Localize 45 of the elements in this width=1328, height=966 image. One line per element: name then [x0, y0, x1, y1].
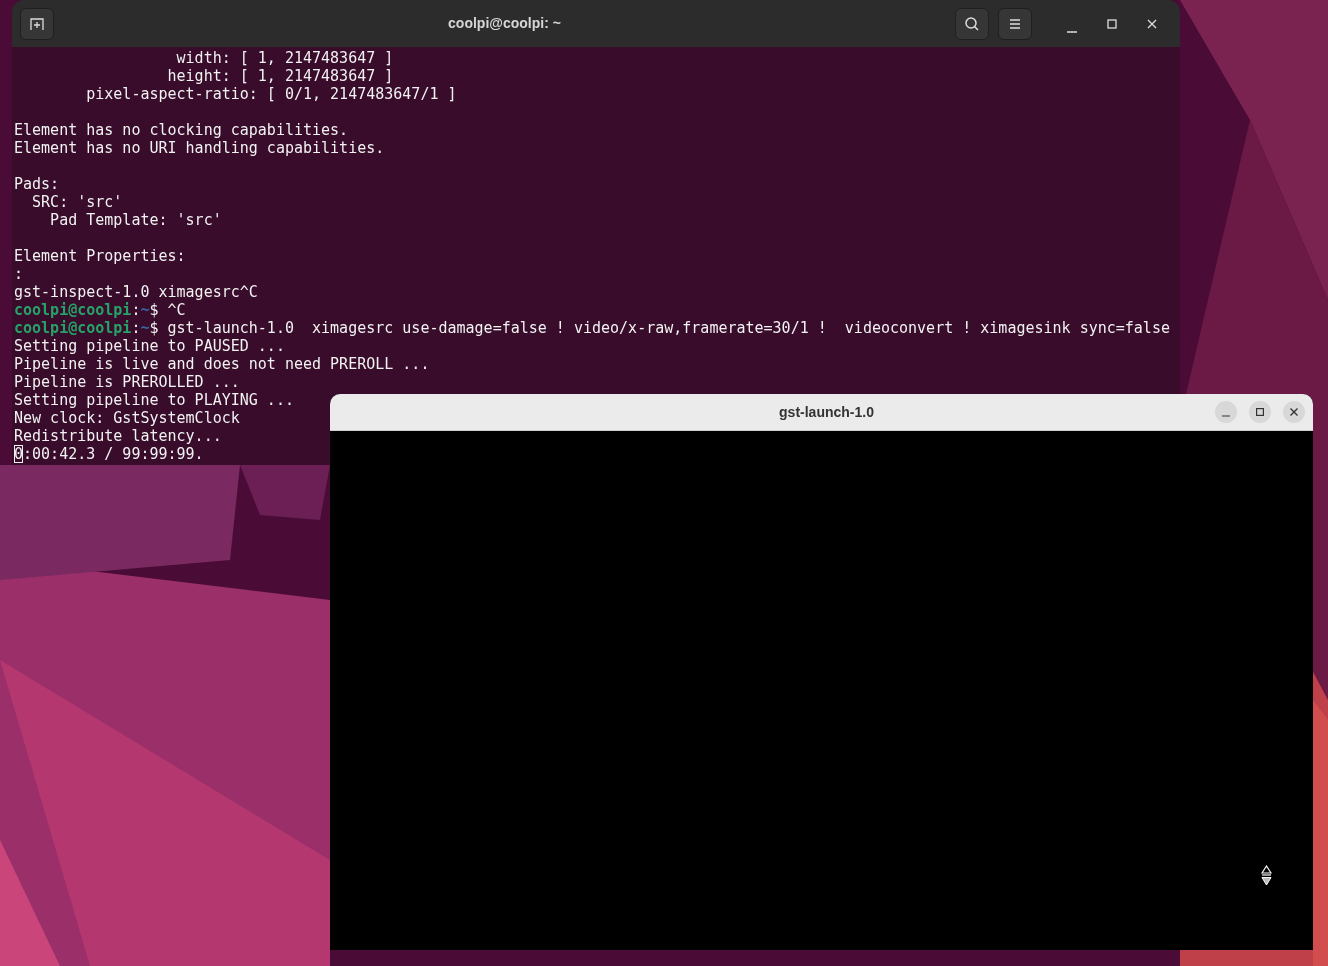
output-line: Redistribute latency...	[14, 427, 222, 445]
output-line: Pipeline is PREROLLED ...	[14, 373, 240, 391]
command-text: $ ^C	[149, 301, 186, 319]
minimize-icon	[1067, 30, 1077, 33]
prompt-path: ~	[140, 319, 150, 337]
output-line: SRC: 'src'	[31, 193, 123, 211]
output-line: Setting pipeline to PAUSED ...	[14, 337, 285, 355]
output-line: New clock: GstSystemClock	[14, 409, 240, 427]
text-cursor: 0	[14, 445, 24, 463]
close-icon	[1290, 408, 1298, 416]
prompt-separator: :	[131, 319, 141, 337]
new-tab-button[interactable]	[20, 7, 54, 40]
menu-icon	[1008, 17, 1022, 30]
prompt-user: coolpi@coolpi	[14, 319, 132, 337]
maximize-icon	[1107, 18, 1117, 29]
output-line: Element has no clocking capabilities.	[14, 121, 349, 139]
prompt-path: ~	[140, 301, 150, 319]
menu-button[interactable]	[998, 7, 1032, 40]
output-line: pixel-aspect-ratio: [ 0/1, 2147483647/1 ]	[85, 85, 457, 103]
output-line: Pad Template: 'src'	[49, 211, 222, 229]
output-line: Setting pipeline to PLAYING ...	[14, 391, 294, 409]
maximize-icon	[1256, 408, 1264, 416]
close-icon	[1147, 18, 1157, 29]
output-line: Element has no URI handling capabilities.	[14, 139, 385, 157]
output-line: :00:42.3 / 99:99:99.	[23, 445, 204, 463]
output-line: Pads:	[14, 175, 60, 193]
output-line: Element Properties:	[14, 247, 186, 265]
up-down-arrows-icon	[1261, 865, 1272, 886]
search-button[interactable]	[955, 7, 989, 40]
minimize-button[interactable]	[1215, 401, 1237, 423]
prompt-user: coolpi@coolpi	[14, 301, 132, 319]
close-button[interactable]	[1283, 401, 1305, 423]
output-line: gst-inspect-1.0 ximagesrc^C	[14, 283, 258, 301]
output-line: width: [ 1, 2147483647 ]	[175, 49, 394, 67]
output-line: height: [ 1, 2147483647 ]	[166, 67, 394, 85]
prompt-separator: :	[131, 301, 141, 319]
output-line: Pipeline is live and does not need PREROLL ...	[14, 355, 430, 373]
search-icon	[964, 15, 980, 32]
minimize-icon	[1222, 415, 1230, 417]
new-tab-icon	[29, 15, 45, 32]
window-title: coolpi@coolpi: ~	[448, 14, 561, 33]
window-title: gst-launch-1.0	[779, 402, 874, 422]
command-text: $ gst-launch-1.0 ximagesrc use-damage=false ! video/x-raw,framerate=30/1 ! videoconvert ! ximagesink sync=false	[149, 319, 1170, 337]
output-line: :	[14, 265, 24, 283]
maximize-button[interactable]	[1249, 401, 1271, 423]
